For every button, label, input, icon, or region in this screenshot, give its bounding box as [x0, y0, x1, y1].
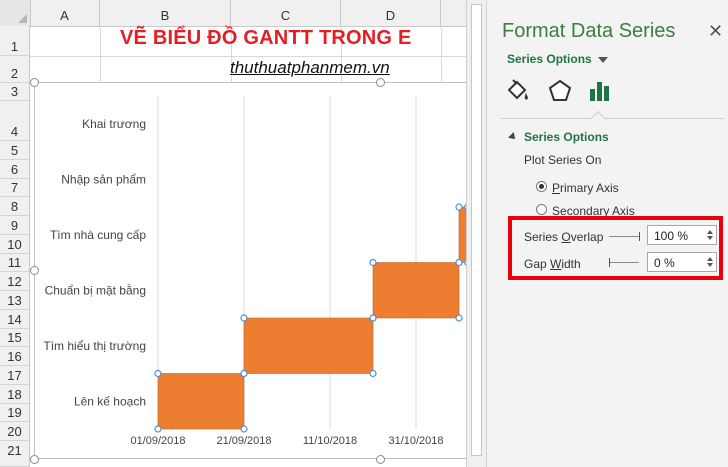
series-options-section-toggle[interactable]: Series Options	[508, 130, 609, 144]
row-header[interactable]: 19	[0, 404, 30, 422]
row-header[interactable]: 11	[0, 254, 30, 272]
row-header[interactable]: 7	[0, 179, 30, 197]
row-header[interactable]: 10	[0, 235, 30, 254]
x-tick-label: 01/09/2018	[130, 435, 185, 447]
bar-selection-handle	[455, 314, 463, 322]
chart-resize-handle[interactable]	[376, 78, 385, 87]
category-label: Lên kế hoạch	[74, 394, 146, 408]
bar-selection-handle	[240, 314, 248, 322]
tab-selection-indicator	[590, 110, 606, 126]
bar-selection-handle	[369, 314, 377, 322]
series-options-section-header: Series Options	[524, 130, 609, 144]
bar-selection-handle	[240, 369, 248, 378]
subtitle-cell[interactable]: thuthuatphanmem.vn	[230, 58, 390, 78]
gantt-bar	[372, 262, 460, 319]
row-header[interactable]: 12	[0, 272, 30, 291]
row-header[interactable]: 17	[0, 366, 30, 385]
bar-selection-handle	[455, 258, 463, 267]
scrollbar-thumb[interactable]	[471, 4, 482, 456]
secondary-axis-radio[interactable]	[536, 204, 547, 215]
gantt-chart-plot: Khai trương Nhập sản phẩm Tìm nhà cung cấp…	[43, 96, 466, 447]
collapse-triangle-icon	[508, 132, 518, 142]
tab-fill-line[interactable]	[505, 78, 531, 104]
category-label: Tìm nhà cung cấp	[50, 228, 146, 242]
gridline	[441, 26, 442, 83]
primary-axis-label[interactable]: Primary Axis	[552, 181, 619, 195]
spreadsheet-grid[interactable]: A B C D 1 2 3 4 5 6 7 8 9 10 11 12 13 14…	[0, 0, 466, 467]
row-header[interactable]: 21	[0, 441, 30, 467]
primary-axis-label-rest: rimary Axis	[560, 181, 619, 195]
row-header[interactable]: 5	[0, 141, 30, 160]
title-cell[interactable]: VẼ BIỂU ĐỒ GANTT TRONG E	[120, 27, 411, 50]
bar-selection-handle	[369, 369, 377, 378]
vertical-scrollbar[interactable]	[466, 0, 486, 467]
row-header[interactable]: 16	[0, 347, 30, 366]
x-tick-label: 11/10/2018	[303, 435, 357, 447]
select-all-triangle-icon	[18, 14, 27, 23]
row-header[interactable]: 15	[0, 329, 30, 347]
gantt-bar	[458, 206, 466, 263]
column-header-a[interactable]: A	[30, 0, 100, 26]
column-header-b[interactable]: B	[100, 0, 231, 26]
series-options-dropdown-label: Series Options	[507, 52, 592, 66]
row-header[interactable]: 8	[0, 197, 30, 216]
bar-selection-handle	[240, 425, 248, 433]
category-label: Chuẩn bị mặt bằng	[45, 282, 146, 297]
column-header-d[interactable]: D	[341, 0, 441, 26]
category-label: Tìm hiểu thị trường	[43, 339, 146, 353]
row-header[interactable]: 20	[0, 422, 30, 441]
column-header-row: A B C D	[0, 0, 466, 27]
bar-selection-handle	[455, 203, 463, 211]
paint-bucket-icon	[507, 79, 528, 100]
gridline	[30, 56, 466, 57]
category-label: Khai trương	[82, 117, 146, 131]
plot-series-on-label: Plot Series On	[524, 153, 602, 167]
tab-divider	[501, 118, 725, 119]
gantt-chart[interactable]: Khai trương Nhập sản phẩm Tìm nhà cung cấp…	[34, 82, 466, 459]
primary-axis-radio[interactable]	[536, 181, 547, 192]
chevron-down-icon	[597, 56, 608, 63]
chart-resize-handle[interactable]	[30, 455, 39, 464]
gridline	[100, 26, 101, 83]
x-tick-label: 21/09/2018	[216, 435, 271, 447]
row-header[interactable]: 4	[0, 101, 30, 141]
bar-selection-handle	[154, 369, 162, 378]
bar-chart-icon	[590, 82, 609, 101]
chart-resize-handle[interactable]	[30, 78, 39, 87]
row-header[interactable]: 3	[0, 83, 30, 101]
close-icon[interactable]: ✕	[708, 22, 723, 40]
series-options-dropdown[interactable]: Series Options	[507, 52, 608, 66]
row-header[interactable]: 1	[0, 26, 30, 56]
row-header[interactable]: 2	[0, 56, 30, 83]
gantt-bar	[243, 317, 374, 374]
category-label: Nhập sản phẩm	[61, 172, 146, 186]
tab-series-options[interactable]	[587, 78, 613, 104]
x-tick-label: 31/10/2018	[388, 435, 443, 447]
row-header[interactable]: 18	[0, 385, 30, 404]
pentagon-icon	[548, 79, 572, 101]
select-all-corner[interactable]	[0, 0, 31, 26]
red-highlight-box	[508, 216, 723, 280]
row-header[interactable]: 14	[0, 310, 30, 329]
chart-resize-handle[interactable]	[30, 266, 39, 275]
tab-effects[interactable]	[547, 78, 573, 104]
pane-title: Format Data Series	[502, 20, 676, 42]
row-header[interactable]: 9	[0, 216, 30, 235]
gantt-bar	[157, 373, 245, 430]
row-header[interactable]: 13	[0, 291, 30, 310]
chart-resize-handle[interactable]	[376, 455, 385, 464]
column-header-c[interactable]: C	[231, 0, 341, 26]
bar-selection-handle	[369, 258, 377, 267]
row-header[interactable]: 6	[0, 160, 30, 179]
bar-selection-handle	[154, 425, 162, 433]
